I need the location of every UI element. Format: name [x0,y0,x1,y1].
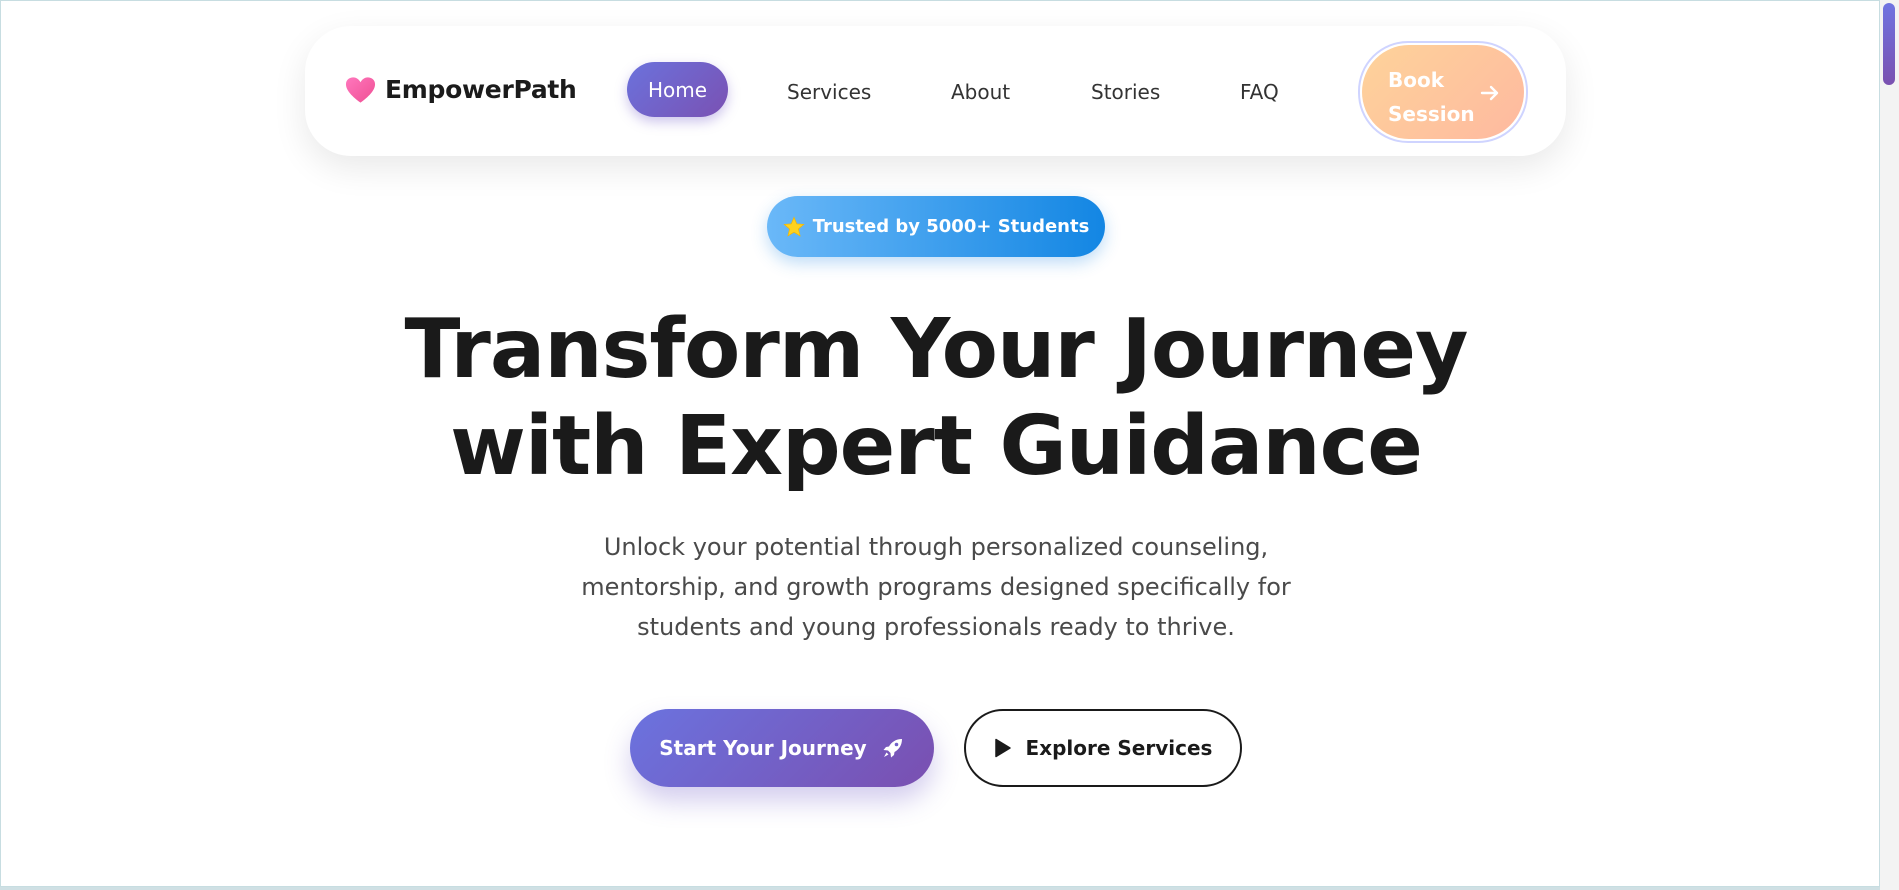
hero-title-line-2: with Expert Guidance [450,399,1423,494]
hero-title-line-1: Transform Your Journey [404,302,1469,397]
heart-icon [345,76,376,103]
nav-item-about[interactable]: About [951,80,1010,104]
start-journey-button[interactable]: Start Your Journey [630,709,934,787]
nav-item-services[interactable]: Services [787,80,871,104]
vertical-scrollbar[interactable] [1880,0,1899,890]
book-session-label: Book Session [1388,68,1475,126]
book-session-inner: Book Session [1362,45,1524,139]
trust-badge: Trusted by 5000+ Students [767,196,1105,257]
star-icon [783,215,805,237]
nav-item-stories[interactable]: Stories [1091,80,1160,104]
hero-subtitle: Unlock your potential through personaliz… [581,533,1291,641]
nav-item-faq[interactable]: FAQ [1240,80,1279,104]
brand[interactable]: EmpowerPath [345,75,577,104]
hero-title: Transform Your Journey with Expert Guida… [301,301,1571,495]
brand-name: EmpowerPath [385,75,577,104]
explore-services-button[interactable]: Explore Services [964,709,1242,787]
navbar: EmpowerPath Home Services About Stories … [305,26,1566,156]
start-journey-label: Start Your Journey [659,736,867,760]
page-viewport: EmpowerPath Home Services About Stories … [0,0,1880,887]
arrow-right-icon [1480,85,1499,101]
book-session-button[interactable]: Book Session [1358,41,1528,143]
nav-item-home[interactable]: Home [627,62,728,117]
rocket-icon [883,739,902,758]
scrollbar-thumb[interactable] [1883,3,1895,85]
explore-services-label: Explore Services [1025,736,1213,760]
play-icon [994,738,1011,758]
trust-badge-text: Trusted by 5000+ Students [812,216,1090,237]
